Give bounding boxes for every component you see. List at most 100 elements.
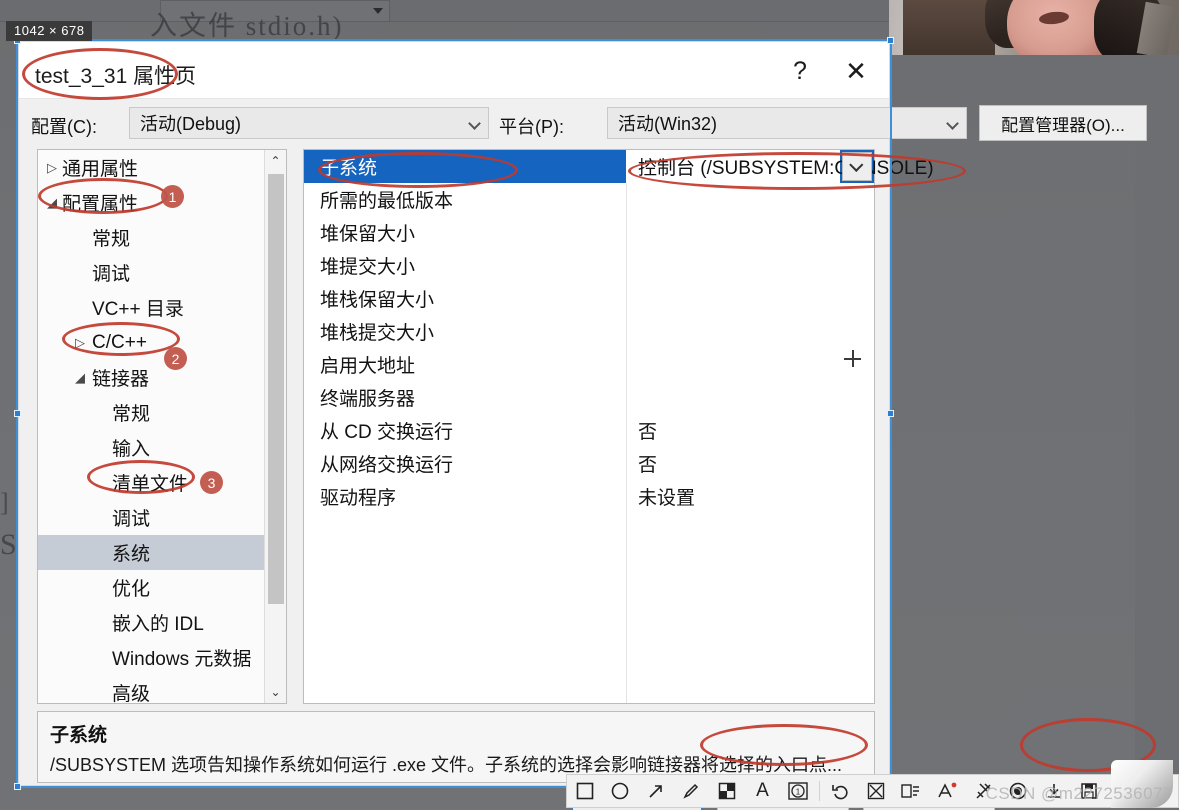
configuration-value: 活动(Debug) (140, 114, 242, 134)
property-row-4[interactable]: 堆栈保留大小 (304, 282, 874, 315)
tree-item-label: C/C++ (92, 331, 147, 353)
toolbar-separator (818, 781, 820, 801)
tree-item-label: VC++ 目录 (92, 299, 184, 320)
tree-item-11[interactable]: 系统 (38, 535, 264, 570)
tree-item-label: 常规 (112, 404, 151, 425)
property-name: 堆栈保留大小 (320, 290, 435, 311)
tree-item-4[interactable]: VC++ 目录 (38, 290, 264, 325)
annotation-badge-1: 1 (161, 185, 184, 208)
property-pages-dialog: test_3_31 属性页 ? ✕ 配置(C): 活动(Debug) 平台(P)… (18, 41, 1147, 810)
chevron-down-icon[interactable] (842, 152, 872, 181)
property-value-editor[interactable]: 控制台 (/SUBSYSTEM:CONSOLE) (626, 150, 934, 183)
platform-label: 平台(P): (499, 117, 564, 137)
dialog-title: test_3_31 属性页 (35, 65, 197, 88)
tree-scrollbar-thumb[interactable] (268, 174, 284, 604)
configuration-row: 配置(C): 活动(Debug) 平台(P): 活动(Win32) 配置管理器(… (19, 99, 1147, 147)
property-name: 堆提交大小 (320, 257, 416, 278)
tree-scrollbar[interactable]: ⌃ ⌄ (264, 150, 286, 703)
tree-item-label: Windows 元数据 (112, 649, 252, 670)
tree-item-13[interactable]: 嵌入的 IDL (38, 605, 264, 640)
property-value: 否 (638, 455, 658, 476)
property-row-2[interactable]: 堆保留大小 (304, 216, 874, 249)
annotation-badge-3: 3 (200, 471, 223, 494)
property-tree-pane[interactable]: ▷ 通用属性 ◢ 配置属性 常规 调试 VC++ 目录 ▷ C/C++ ◢ 链接器 常规 输入 清单文件调… (37, 149, 287, 704)
annotation-badge-2: 2 (164, 347, 187, 370)
scroll-down-icon[interactable]: ⌄ (265, 681, 286, 703)
property-value: 未设置 (638, 488, 696, 509)
tree-expanded-icon[interactable]: ◢ (70, 370, 90, 386)
tree-item-0[interactable]: ▷ 通用属性 (38, 150, 264, 185)
property-row-6[interactable]: 启用大地址 (304, 348, 874, 381)
tree-collapsed-icon[interactable]: ▷ (70, 335, 90, 351)
tree-item-5[interactable]: ▷ C/C++ (38, 325, 264, 360)
pen-icon[interactable] (674, 776, 710, 806)
tree-item-14[interactable]: Windows 元数据 (38, 640, 264, 675)
tree-item-15[interactable]: 高级 (38, 675, 264, 704)
ocr-icon[interactable] (894, 776, 930, 806)
property-name: 所需的最低版本 (320, 191, 454, 212)
tree-item-label: 输入 (112, 439, 151, 460)
property-row-8[interactable]: 从 CD 交换运行 否 (304, 414, 874, 447)
tree-item-label: 配置属性 (62, 194, 139, 215)
description-title: 子系统 (50, 725, 108, 746)
arrow-icon[interactable] (638, 776, 674, 806)
tree-item-label: 优化 (112, 579, 151, 600)
tree-item-label: 调试 (92, 264, 131, 285)
property-row-3[interactable]: 堆提交大小 (304, 249, 874, 282)
tree-item-8[interactable]: 输入 (38, 430, 264, 465)
platform-value: 活动(Win32) (618, 114, 718, 134)
property-row-0[interactable]: 子系统 控制台 (/SUBSYSTEM:CONSOLE) (304, 150, 934, 183)
tree-item-2[interactable]: 常规 (38, 220, 264, 255)
chevron-down-icon (946, 117, 959, 130)
tree-item-7[interactable]: 常规 (38, 395, 264, 430)
webcam-overlay (889, 0, 1179, 55)
configuration-select[interactable]: 活动(Debug) (129, 107, 489, 139)
property-row-9[interactable]: 从网络交换运行 否 (304, 447, 874, 480)
dialog-body: ▷ 通用属性 ◢ 配置属性 常规 调试 VC++ 目录 ▷ C/C++ ◢ 链接器 常规 输入 清单文件调… (19, 147, 934, 707)
ellipse-icon[interactable] (603, 776, 639, 806)
rectangle-icon[interactable] (567, 776, 603, 806)
property-name: 堆栈提交大小 (320, 323, 435, 344)
tree-item-6[interactable]: ◢ 链接器 (38, 360, 264, 395)
tree-item-1[interactable]: ◢ 配置属性 (38, 185, 264, 220)
number-icon[interactable]: 1 (780, 776, 816, 806)
background-side-glyph: ] (0, 488, 9, 517)
configuration-label: 配置(C): (31, 117, 97, 137)
configuration-manager-button[interactable]: 配置管理器(O)... (979, 105, 1147, 141)
tree-item-label: 系统 (112, 544, 151, 565)
undo-icon[interactable] (823, 776, 859, 806)
screen-root: 入文件 stdio.h) ] S2 1042 × 678 test_3_31 属… (0, 0, 1179, 810)
tree-item-12[interactable]: 优化 (38, 570, 264, 605)
property-row-7[interactable]: 终端服务器 (304, 381, 874, 414)
property-row-1[interactable]: 所需的最低版本 (304, 183, 874, 216)
watermark-text: CSDN @m2272536077 (985, 784, 1173, 803)
property-row-10[interactable]: 驱动程序 未设置 (304, 480, 874, 513)
tree-item-10[interactable]: 调试 (38, 500, 264, 535)
tree-expanded-icon[interactable]: ◢ (42, 195, 62, 211)
tree-item-label: 嵌入的 IDL (112, 614, 204, 635)
help-icon[interactable]: ? (777, 54, 823, 88)
mouse-crosshair-cursor (844, 350, 861, 367)
scroll-up-icon[interactable]: ⌃ (265, 150, 286, 172)
tree-item-label: 高级 (112, 684, 151, 704)
property-grid-pane[interactable]: 子系统 控制台 (/SUBSYSTEM:CONSOLE) 所需的最低版本堆保留大小堆… (303, 149, 934, 704)
tree-collapsed-icon[interactable]: ▷ (42, 160, 62, 176)
mosaic-icon[interactable] (709, 776, 745, 806)
property-name: 从 CD 交换运行 (320, 422, 454, 443)
webcam-monitor (903, 0, 995, 55)
text-icon[interactable]: A (745, 776, 781, 806)
property-name: 驱动程序 (320, 488, 397, 509)
tree-item-label: 常规 (92, 229, 131, 250)
platform-select[interactable]: 活动(Win32) (607, 107, 967, 139)
tree-item-9[interactable]: 清单文件 (38, 465, 264, 500)
scissors-icon[interactable] (858, 776, 894, 806)
tree-item-label: 调试 (112, 509, 151, 530)
property-tree-list: ▷ 通用属性 ◢ 配置属性 常规 调试 VC++ 目录 ▷ C/C++ ◢ 链接器 常规 输入 清单文件调… (38, 150, 264, 704)
property-grid-rows: 子系统 控制台 (/SUBSYSTEM:CONSOLE) 所需的最低版本堆保留大小堆… (304, 150, 934, 513)
property-row-5[interactable]: 堆栈提交大小 (304, 315, 874, 348)
translate-icon[interactable] (929, 776, 965, 806)
property-name: 从网络交换运行 (320, 455, 454, 476)
background-code-text: 入文件 stdio.h) (150, 11, 344, 41)
tree-item-3[interactable]: 调试 (38, 255, 264, 290)
close-icon[interactable]: ✕ (833, 54, 879, 88)
